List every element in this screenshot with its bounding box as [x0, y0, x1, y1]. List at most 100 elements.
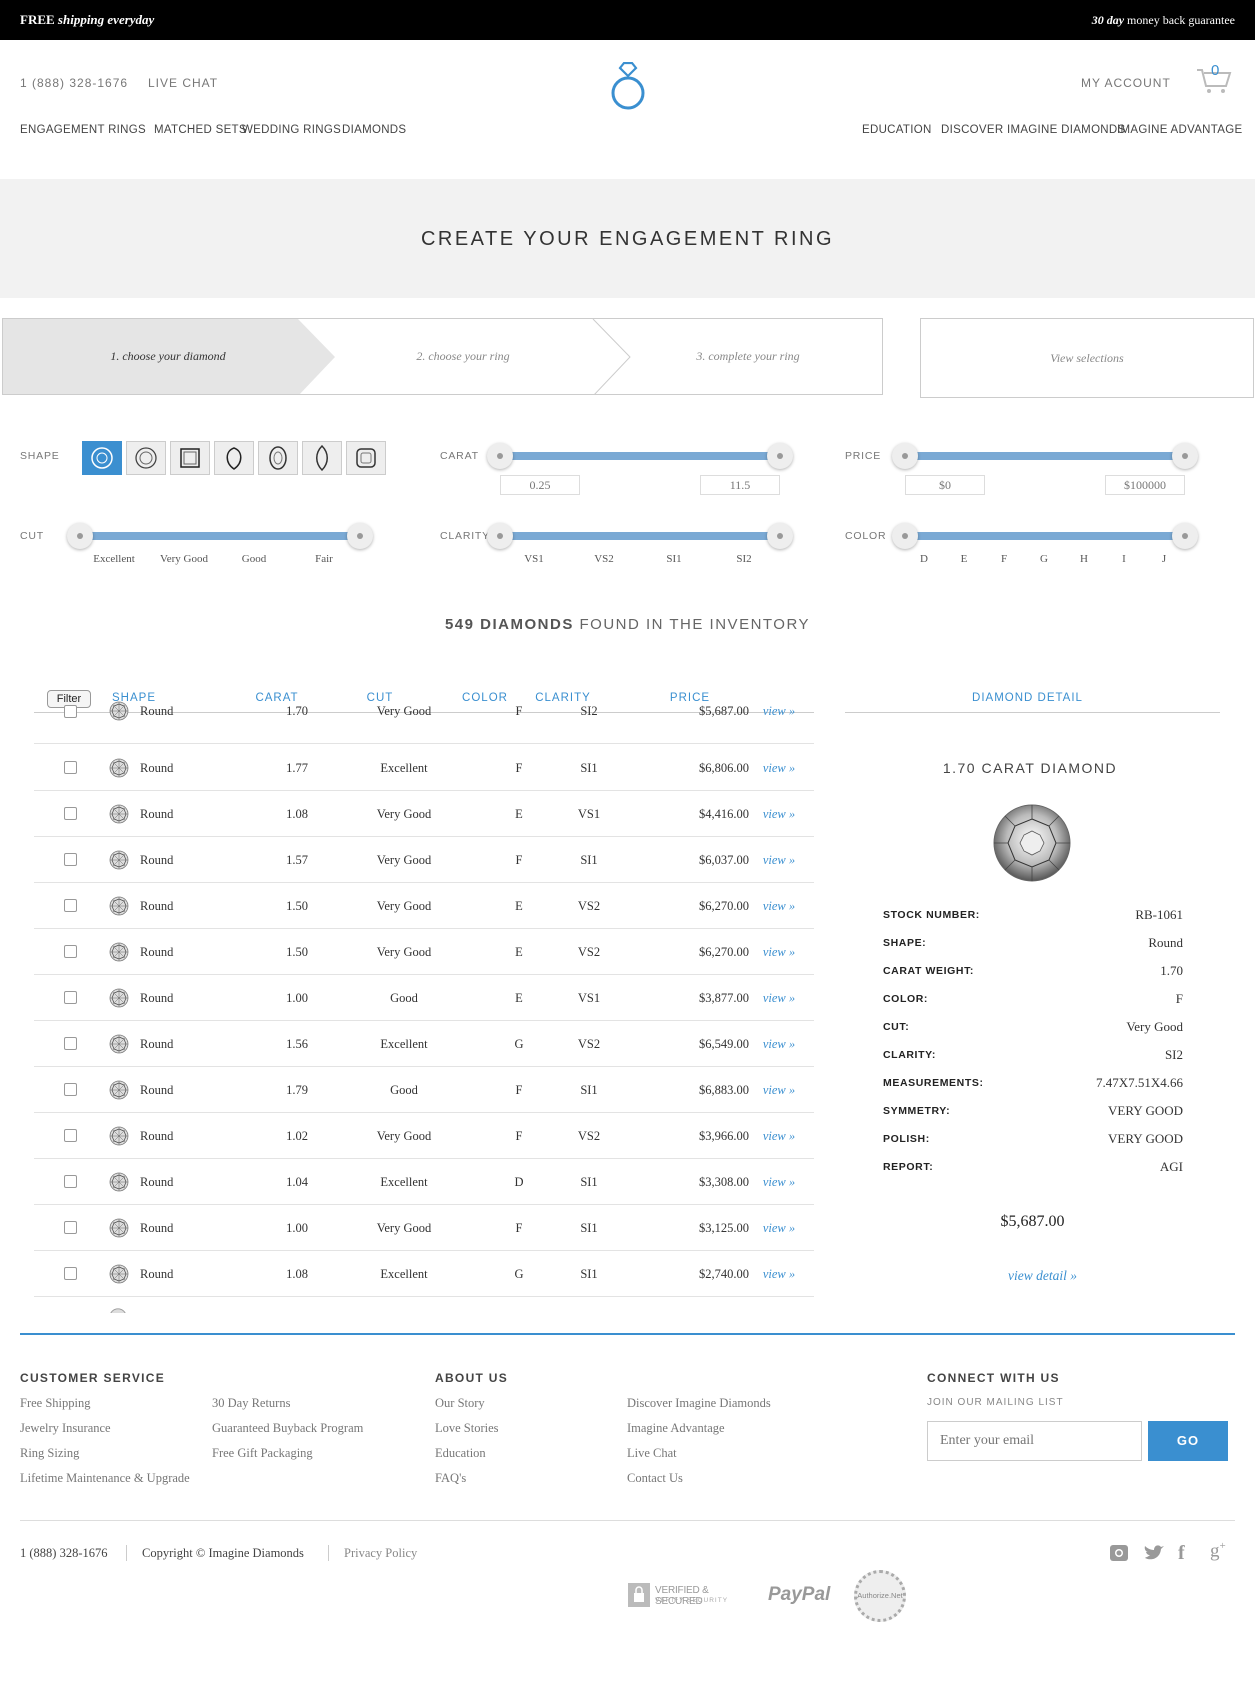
shape-marquise-button[interactable] — [302, 441, 342, 475]
footer-link-love-stories[interactable]: Love Stories — [435, 1421, 499, 1436]
footer-link-education[interactable]: Education — [435, 1446, 486, 1461]
shape-asscher-button[interactable] — [346, 441, 386, 475]
nav-engagement-rings[interactable]: ENGAGEMENT RINGS — [20, 124, 146, 136]
clarity-min-handle[interactable] — [487, 523, 513, 549]
footer-link-contact-us[interactable]: Contact Us — [627, 1471, 683, 1486]
carat-max-handle[interactable] — [767, 443, 793, 469]
table-row[interactable]: Round 1.50 Very Good E VS2 $6,270.00 view » — [34, 883, 814, 929]
shape-princess-button[interactable] — [170, 441, 210, 475]
shape-round-button[interactable] — [82, 441, 122, 475]
row-select-checkbox[interactable] — [64, 853, 77, 866]
cart-button[interactable]: 0 — [1196, 62, 1232, 94]
view-detail-link[interactable]: view detail » — [960, 1268, 1125, 1284]
row-view-link[interactable]: view » — [754, 1159, 804, 1205]
row-select-checkbox[interactable] — [64, 991, 77, 1004]
footer-link-free-shipping[interactable]: Free Shipping — [20, 1396, 90, 1411]
footer-link-faqs[interactable]: FAQ's — [435, 1471, 466, 1486]
row-select-checkbox[interactable] — [64, 705, 77, 718]
phone-link[interactable]: 1 (888) 328-1676 — [20, 76, 128, 90]
row-select-checkbox[interactable] — [64, 1129, 77, 1142]
row-view-link[interactable]: view » — [754, 1021, 804, 1067]
row-view-link[interactable]: view » — [754, 975, 804, 1021]
table-row[interactable]: Round 1.02 Very Good F VS2 $3,966.00 view » — [34, 1113, 814, 1159]
table-row[interactable]: Round 1.79 Good F SI1 $6,883.00 view » — [34, 1067, 814, 1113]
table-row[interactable]: Round 1.57 Very Good F SI1 $6,037.00 view » — [34, 837, 814, 883]
footer-link-advantage[interactable]: Imagine Advantage — [627, 1421, 725, 1436]
row-select-checkbox[interactable] — [64, 1267, 77, 1280]
row-view-link[interactable]: view » — [754, 1067, 804, 1113]
clarity-max-handle[interactable] — [767, 523, 793, 549]
footer-link-30-day-returns[interactable]: 30 Day Returns — [212, 1396, 290, 1411]
shape-oval-button[interactable] — [258, 441, 298, 475]
instagram-icon[interactable] — [1108, 1542, 1130, 1569]
table-row[interactable]: Round 1.00 Very Good F SI1 $3,125.00 view » — [34, 1205, 814, 1251]
row-select-checkbox[interactable] — [64, 761, 77, 774]
row-select-checkbox[interactable] — [64, 945, 77, 958]
ring-logo-icon[interactable] — [610, 61, 646, 112]
nav-imagine-advantage[interactable]: IMAGINE ADVANTAGE — [1117, 124, 1242, 136]
carat-min-input[interactable]: 0.25 — [500, 475, 580, 495]
table-row[interactable]: Round 1.08 Very Good E VS1 $4,416.00 view » — [34, 791, 814, 837]
footer-link-buyback[interactable]: Guaranteed Buyback Program — [212, 1421, 363, 1436]
row-view-link[interactable]: view » — [754, 745, 804, 791]
row-view-link[interactable]: view » — [754, 929, 804, 975]
cut-min-handle[interactable] — [67, 523, 93, 549]
nav-diamonds[interactable]: DIAMONDS — [342, 124, 406, 136]
footer-link-live-chat[interactable]: Live Chat — [627, 1446, 677, 1461]
step-complete-ring[interactable]: 3. complete your ring — [613, 319, 882, 394]
live-chat-link[interactable]: LIVE CHAT — [148, 76, 218, 90]
table-row[interactable]: Round 1.77 Excellent F SI1 $6,806.00 view » — [34, 745, 814, 791]
color-max-handle[interactable] — [1172, 523, 1198, 549]
color-min-handle[interactable] — [892, 523, 918, 549]
table-row[interactable]: Round 1.50 Very Good E VS2 $6,270.00 view » — [34, 929, 814, 975]
table-row[interactable]: Round 1.70 Very Good F SI2 $5,687.00 view » — [34, 697, 814, 744]
table-row[interactable]: Round 1.00 Good E VS1 $3,877.00 view » — [34, 975, 814, 1021]
price-max-input[interactable]: $100000 — [1105, 475, 1185, 495]
my-account-link[interactable]: MY ACCOUNT — [1081, 76, 1171, 90]
price-max-handle[interactable] — [1172, 443, 1198, 469]
row-select-checkbox[interactable] — [64, 1083, 77, 1096]
nav-education[interactable]: EDUCATION — [862, 124, 932, 136]
carat-min-handle[interactable] — [487, 443, 513, 469]
google-plus-icon[interactable]: g+ — [1210, 1540, 1226, 1562]
footer-link-ring-sizing[interactable]: Ring Sizing — [20, 1446, 79, 1461]
row-view-link[interactable]: view » — [754, 697, 804, 725]
footer-link-our-story[interactable]: Our Story — [435, 1396, 485, 1411]
nav-matched-sets[interactable]: MATCHED SETS — [154, 124, 247, 136]
row-view-link[interactable]: view » — [754, 837, 804, 883]
cut-max-handle[interactable] — [347, 523, 373, 549]
row-select-checkbox[interactable] — [64, 1037, 77, 1050]
footer-link-jewelry-insurance[interactable]: Jewelry Insurance — [20, 1421, 111, 1436]
row-view-link[interactable]: view » — [754, 1113, 804, 1159]
footer-phone[interactable]: 1 (888) 328-1676 — [20, 1546, 108, 1561]
shape-pear-button[interactable] — [214, 441, 254, 475]
row-select-checkbox[interactable] — [64, 807, 77, 820]
step-choose-diamond[interactable]: 1. choose your diamond — [23, 319, 313, 394]
row-view-link[interactable]: view » — [754, 1205, 804, 1251]
shape-cushion-button[interactable] — [126, 441, 166, 475]
step-choose-ring[interactable]: 2. choose your ring — [323, 319, 603, 394]
go-button[interactable]: GO — [1148, 1421, 1228, 1461]
nav-discover-imagine-diamonds[interactable]: DISCOVER IMAGINE DIAMONDS — [941, 124, 1126, 136]
price-min-input[interactable]: $0 — [905, 475, 985, 495]
row-view-link[interactable]: view » — [754, 1251, 804, 1297]
privacy-policy-link[interactable]: Privacy Policy — [344, 1546, 417, 1561]
facebook-icon[interactable]: f — [1178, 1542, 1185, 1565]
email-input[interactable] — [927, 1421, 1142, 1461]
twitter-icon[interactable] — [1143, 1542, 1165, 1569]
view-selections-button[interactable]: View selections — [920, 318, 1254, 398]
footer-link-discover[interactable]: Discover Imagine Diamonds — [627, 1396, 771, 1411]
table-row[interactable]: Round 1.04 Excellent D SI1 $3,308.00 view » — [34, 1159, 814, 1205]
price-min-handle[interactable] — [892, 443, 918, 469]
carat-max-input[interactable]: 11.5 — [700, 475, 780, 495]
row-view-link[interactable]: view » — [754, 791, 804, 837]
row-select-checkbox[interactable] — [64, 1221, 77, 1234]
footer-link-lifetime-maintenance[interactable]: Lifetime Maintenance & Upgrade — [20, 1471, 190, 1486]
table-row[interactable]: Round 1.08 Excellent G SI1 $2,740.00 view » — [34, 1251, 814, 1297]
nav-wedding-rings[interactable]: WEDDING RINGS — [242, 124, 341, 136]
table-row[interactable]: Round 1.56 Excellent G VS2 $6,549.00 view » — [34, 1021, 814, 1067]
row-select-checkbox[interactable] — [64, 1175, 77, 1188]
row-select-checkbox[interactable] — [64, 899, 77, 912]
row-view-link[interactable]: view » — [754, 883, 804, 929]
footer-link-gift-packaging[interactable]: Free Gift Packaging — [212, 1446, 313, 1461]
